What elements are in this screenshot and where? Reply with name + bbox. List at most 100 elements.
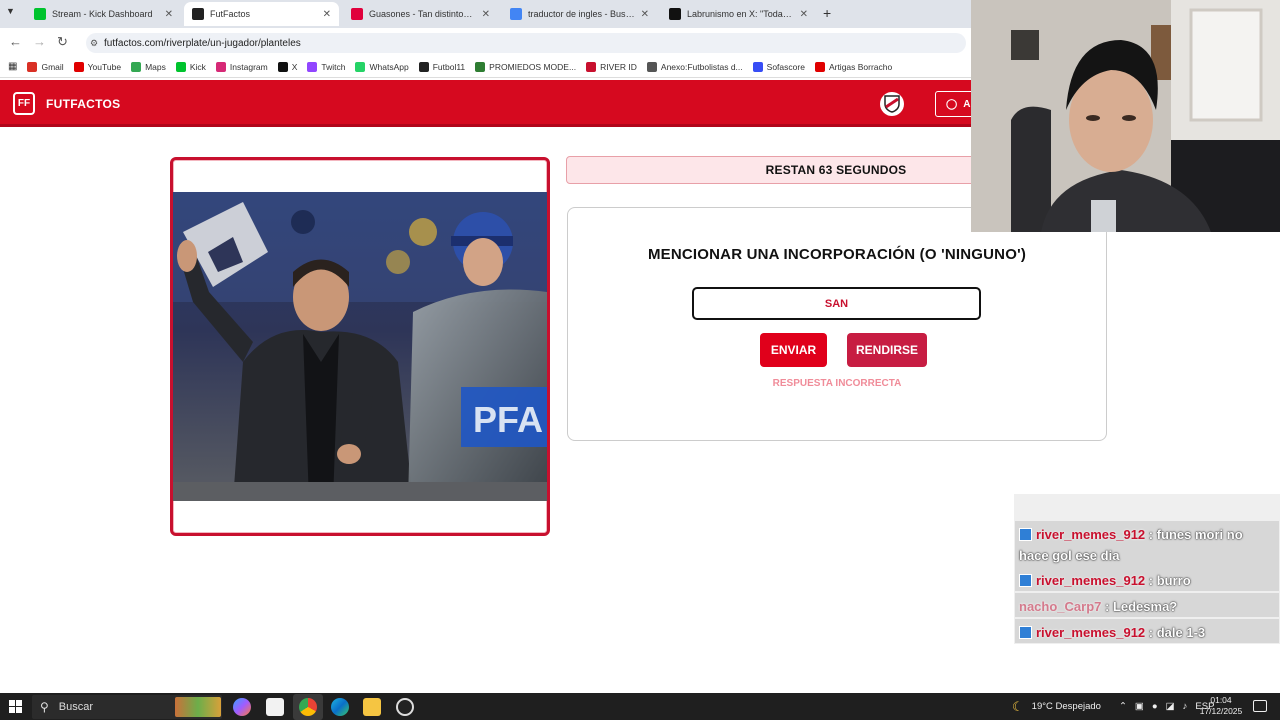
bookmark-label: Twitch bbox=[321, 61, 346, 72]
chat-separator: : bbox=[1101, 599, 1113, 614]
futfactos-logo-icon[interactable]: FF bbox=[13, 92, 35, 115]
bookmark-icon bbox=[215, 61, 226, 72]
bookmark-label: Maps bbox=[145, 61, 166, 72]
question-card bbox=[567, 207, 1107, 441]
answer-feedback: RESPUESTA INCORRECTA bbox=[772, 378, 902, 389]
chat-message: river_memes_912 : dale 1-3 bbox=[1015, 619, 1279, 643]
google-icon bbox=[510, 8, 522, 20]
futfactos-icon bbox=[192, 8, 204, 20]
chat-separator: : bbox=[1145, 625, 1157, 640]
chat-badge-icon bbox=[1019, 528, 1032, 541]
forward-button[interactable]: → bbox=[33, 34, 46, 49]
file-explorer-icon[interactable] bbox=[363, 698, 381, 716]
apps-icon[interactable]: ▦ bbox=[8, 61, 17, 72]
chat-text: dale 1-3 bbox=[1156, 625, 1206, 640]
chevron-up-icon[interactable]: ⌃ bbox=[1119, 701, 1127, 712]
back-button[interactable]: ← bbox=[9, 34, 22, 49]
give-up-button[interactable]: RENDIRSE bbox=[847, 333, 927, 367]
chat-badge-icon bbox=[1019, 626, 1032, 639]
chat-username: river_memes_912 bbox=[1036, 625, 1146, 640]
bookmark-item[interactable]: Anexo:Futbolistas d... bbox=[646, 61, 743, 72]
bookmark-item[interactable]: WhatsApp bbox=[355, 61, 409, 72]
bookmark-item[interactable]: PROMIEDOS MODE... bbox=[475, 61, 577, 72]
bookmark-item[interactable]: Futbol11 bbox=[418, 61, 465, 72]
bookmark-item[interactable]: RIVER ID bbox=[586, 61, 637, 72]
bookmark-label: Artigas Borracho bbox=[828, 61, 893, 72]
browser-tab[interactable]: Guasones - Tan distintos Ft. ✕ bbox=[343, 2, 498, 26]
tab-title: Labrunismo en X: "Toda la vida bbox=[687, 9, 794, 19]
weather-text[interactable]: 19°C Despejado bbox=[1032, 701, 1101, 712]
address-bar[interactable]: ⚙ futfactos.com/riverplate/un-jugador/pl… bbox=[86, 33, 966, 53]
taskbar-widget-image[interactable] bbox=[175, 697, 221, 717]
close-icon[interactable]: ✕ bbox=[165, 9, 173, 20]
bookmark-icon bbox=[73, 61, 84, 72]
tab-title: traductor de ingles - Buscar con bbox=[528, 9, 635, 19]
mic-icon[interactable]: ● bbox=[1152, 701, 1158, 712]
player-photo: PFA bbox=[173, 192, 547, 501]
bookmark-item[interactable]: Instagram bbox=[215, 61, 268, 72]
chat-message: river_memes_912 : burro bbox=[1015, 567, 1279, 591]
browser-tab[interactable]: FutFactos ✕ bbox=[184, 2, 339, 26]
obs-icon[interactable] bbox=[396, 698, 414, 716]
volume-icon[interactable]: ♪ bbox=[1183, 701, 1188, 712]
url-text: futfactos.com/riverplate/un-jugador/plan… bbox=[104, 37, 301, 49]
windows-start-icon[interactable] bbox=[9, 700, 22, 713]
user-icon: ◯ bbox=[946, 98, 958, 110]
clock-time: 01:04 bbox=[1210, 695, 1232, 705]
moon-icon: ☾ bbox=[1012, 698, 1024, 714]
bookmark-item[interactable]: Maps bbox=[131, 61, 166, 72]
answer-input[interactable] bbox=[692, 287, 981, 320]
bookmark-item[interactable]: Artigas Borracho bbox=[814, 61, 893, 72]
copilot-icon[interactable] bbox=[233, 698, 251, 716]
browser-tab[interactable]: Labrunismo en X: "Toda la vida ✕ bbox=[661, 2, 816, 26]
close-icon[interactable]: ✕ bbox=[800, 9, 808, 20]
chat-badge-icon bbox=[1019, 574, 1032, 587]
question-text: MENCIONAR UNA INCORPORACIÓN (O 'NINGUNO'… bbox=[647, 246, 1027, 263]
webcam-overlay bbox=[971, 0, 1280, 232]
taskbar-search-label: Buscar bbox=[58, 701, 94, 713]
display-icon[interactable]: ▣ bbox=[1135, 701, 1144, 712]
bookmark-item[interactable]: X bbox=[277, 61, 297, 72]
send-button[interactable]: ENVIAR bbox=[760, 333, 827, 367]
bookmark-icon bbox=[27, 61, 38, 72]
bookmark-item[interactable]: Gmail bbox=[27, 61, 64, 72]
account-button-label: A bbox=[963, 98, 971, 110]
tab-title: FutFactos bbox=[210, 9, 251, 19]
bookmark-icon bbox=[475, 61, 486, 72]
notification-icon[interactable] bbox=[1253, 700, 1267, 712]
bookmark-label: Kick bbox=[189, 61, 206, 72]
close-icon[interactable]: ✕ bbox=[641, 9, 649, 20]
close-icon[interactable]: ✕ bbox=[482, 9, 490, 20]
tab-search-button[interactable]: ▼ bbox=[6, 6, 20, 20]
edge-icon[interactable] bbox=[331, 698, 349, 716]
bookmark-item[interactable]: YouTube bbox=[73, 61, 122, 72]
new-tab-button[interactable]: + bbox=[823, 5, 831, 21]
bookmark-icon bbox=[586, 61, 597, 72]
bookmark-label: PROMIEDOS MODE... bbox=[489, 61, 577, 72]
bookmark-icon bbox=[307, 61, 318, 72]
shield-pfa-text: PFA bbox=[473, 399, 543, 440]
store-icon[interactable] bbox=[266, 698, 284, 716]
chat-username: river_memes_912 bbox=[1036, 527, 1146, 542]
browser-tab[interactable]: Stream - Kick Dashboard ✕ bbox=[26, 2, 181, 26]
bookmark-item[interactable]: Twitch bbox=[307, 61, 346, 72]
bookmark-label: WhatsApp bbox=[369, 61, 409, 72]
bookmark-label: RIVER ID bbox=[600, 61, 637, 72]
network-icon[interactable]: ◪ bbox=[1166, 701, 1175, 712]
site-info-icon[interactable]: ⚙ bbox=[90, 38, 98, 49]
bookmark-label: Instagram bbox=[229, 61, 268, 72]
reload-button[interactable]: ↻ bbox=[57, 34, 68, 50]
bookmark-item[interactable]: Kick bbox=[175, 61, 206, 72]
close-icon[interactable]: ✕ bbox=[323, 9, 331, 20]
bookmark-label: YouTube bbox=[87, 61, 122, 72]
chat-separator: : bbox=[1145, 527, 1157, 542]
bookmark-item[interactable]: Sofascore bbox=[752, 61, 805, 72]
clock[interactable]: 01:04 17/12/2025 bbox=[1196, 695, 1246, 717]
river-shield-icon[interactable] bbox=[880, 92, 904, 116]
bookmark-icon bbox=[418, 61, 429, 72]
browser-tab[interactable]: traductor de ingles - Buscar con ✕ bbox=[502, 2, 657, 26]
chrome-icon[interactable] bbox=[299, 698, 317, 716]
site-brand[interactable]: FUTFACTOS bbox=[46, 97, 120, 111]
bookmark-icon bbox=[646, 61, 657, 72]
kick-icon bbox=[34, 8, 46, 20]
